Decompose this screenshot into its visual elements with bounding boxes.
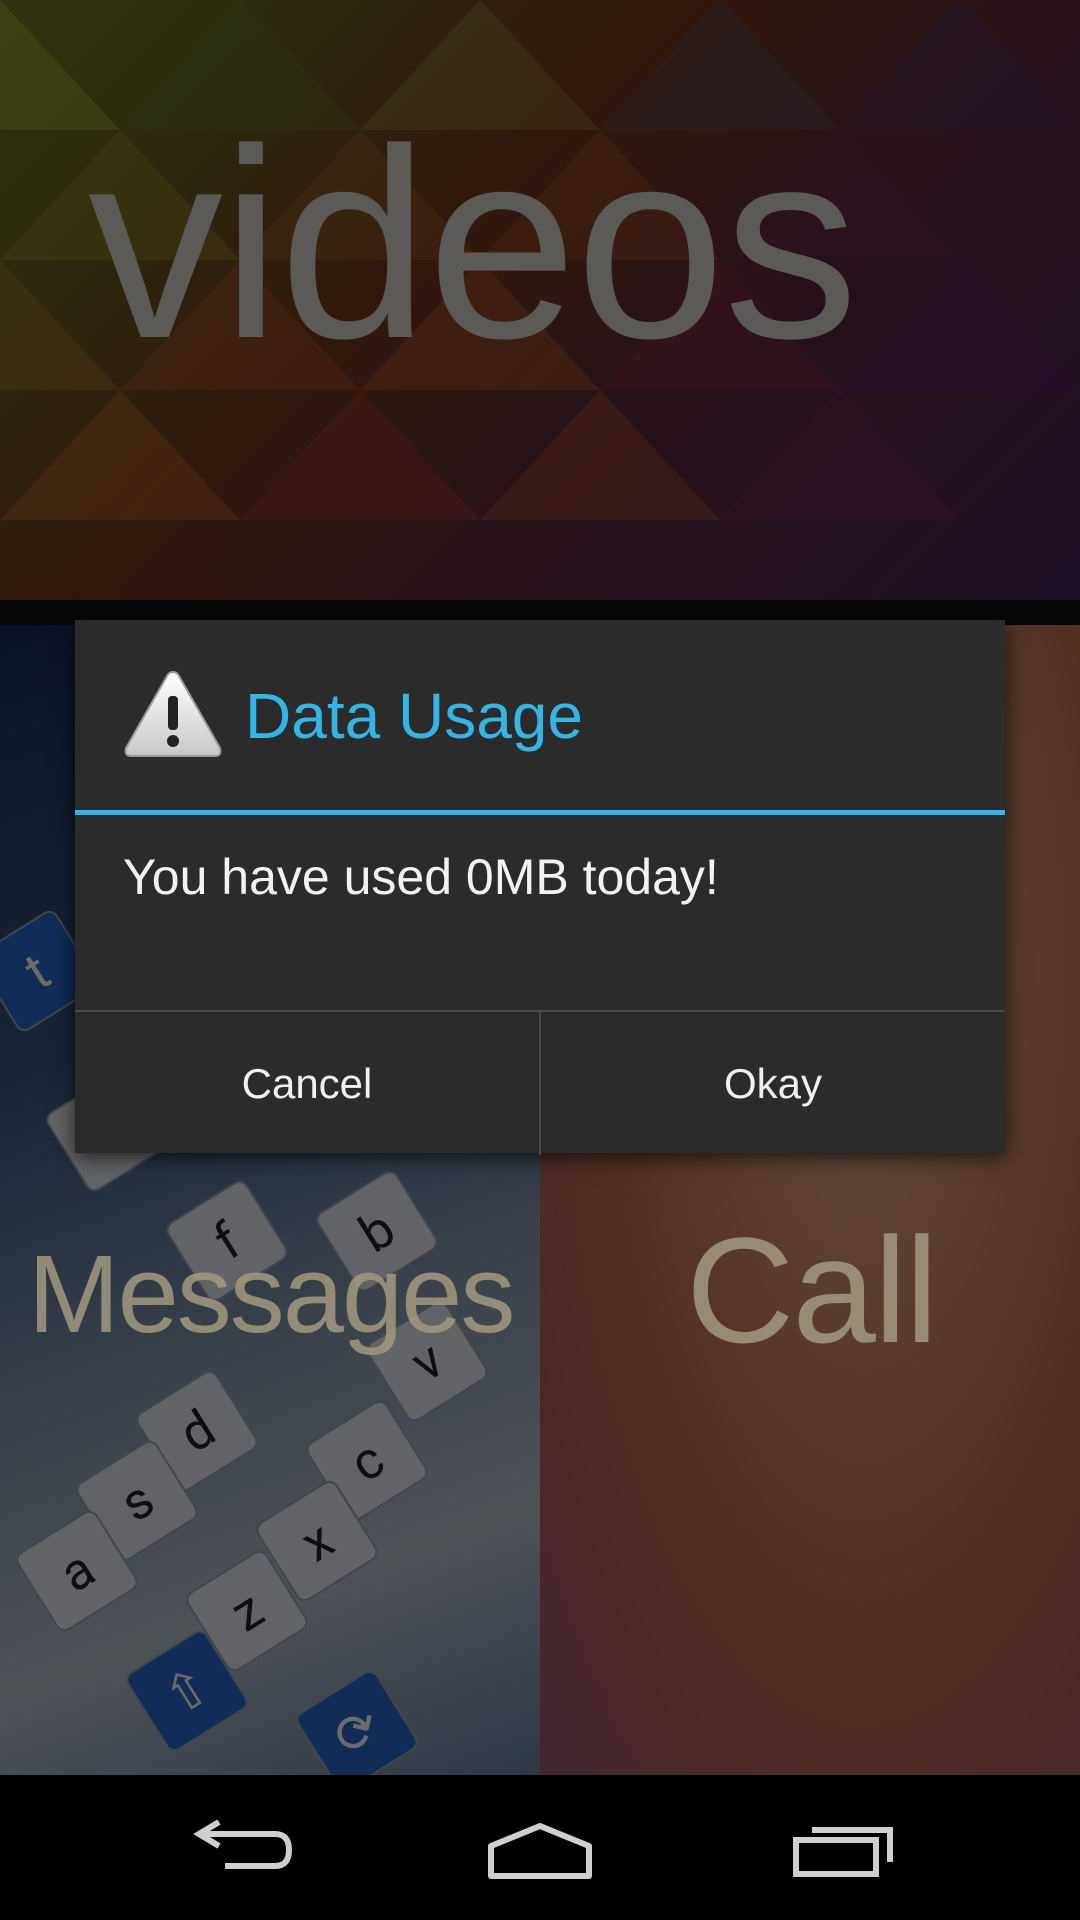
recents-icon — [793, 1827, 893, 1877]
back-icon — [193, 1820, 293, 1869]
navigation-bar — [0, 1775, 1080, 1920]
home-icon — [488, 1823, 592, 1879]
back-button[interactable] — [170, 1805, 310, 1895]
title-divider — [75, 810, 1005, 815]
dialog-header: Data Usage — [75, 620, 1005, 810]
okay-button[interactable]: Okay — [541, 1012, 1005, 1155]
dialog-button-bar: Cancel Okay — [75, 1010, 1005, 1155]
messages-tile-label: Messages — [28, 1233, 515, 1356]
dialog-message: You have used 0MB today! — [123, 849, 719, 905]
cancel-button[interactable]: Cancel — [75, 1012, 541, 1155]
home-button[interactable] — [470, 1805, 610, 1895]
call-tile-label: Call — [686, 1206, 938, 1374]
recents-button[interactable] — [775, 1805, 915, 1895]
data-usage-dialog: Data Usage You have used 0MB today! Canc… — [75, 620, 1005, 1155]
dialog-title: Data Usage — [245, 680, 583, 752]
warning-icon — [124, 670, 222, 757]
